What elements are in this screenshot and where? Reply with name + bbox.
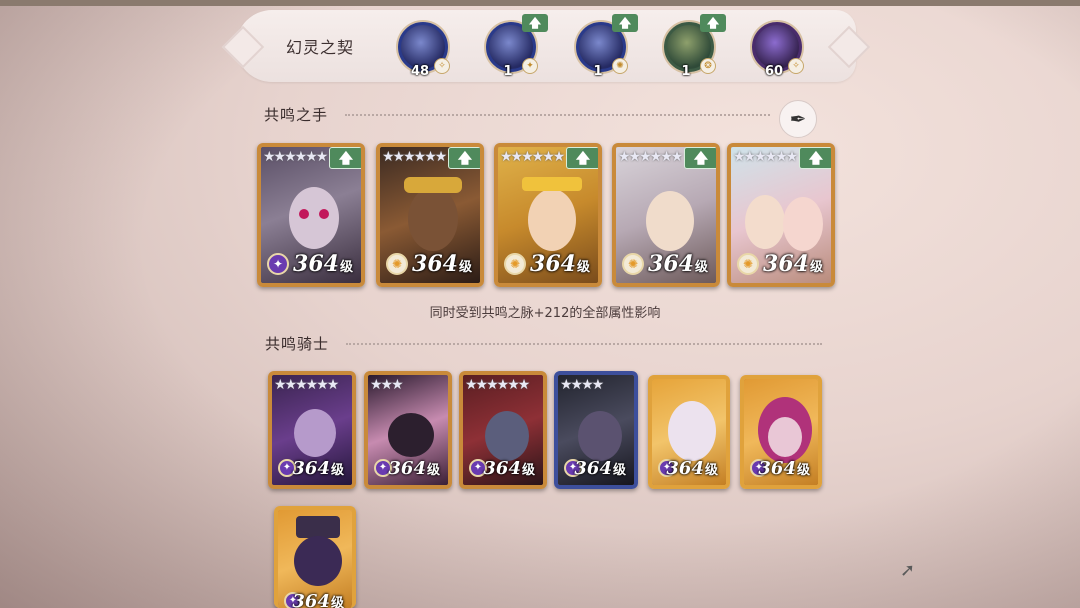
spirit-orb-2[interactable]: 🡅 1 ✦ [482,14,548,79]
hand-card-1[interactable]: ★★★★★★ 🡅 ✦ 364级 [257,143,365,287]
hero-level: 364级 [412,251,472,277]
light-element-icon: ✺ [737,253,759,275]
star-rating: ★★★ [370,377,404,393]
hero-level: 364级 [758,458,810,479]
knight-card-7[interactable]: ✦ 364级 [274,506,356,608]
orb-element-icon: ✦ [522,58,538,74]
orb-element-icon: ✺ [612,58,628,74]
spirit-orb-1[interactable]: 48 ✧ [394,18,452,79]
orb-element-icon: ✧ [434,58,450,74]
knight-card-4[interactable]: ★★★★ ✦ 364级 [554,371,638,489]
upgrade-arrow-icon[interactable]: 🡅 [612,14,638,32]
knight-card-3[interactable]: ★★★★★★ ✦ 364级 [459,371,547,489]
hand-card-3[interactable]: ★★★★★★ 🡅 ✺ 364级 [494,143,602,287]
upgrade-arrow-icon[interactable]: 🡅 [448,147,480,169]
monitor-edge [0,0,1080,6]
knight-card-6[interactable]: ✦ 364级 [740,375,822,489]
resonance-note: 同时受到共鸣之脉+212的全部属性影响 [429,306,661,321]
spirit-orb-4[interactable]: 🡅 1 ❂ [660,14,726,79]
hero-level: 364级 [530,251,590,277]
section-divider [345,114,770,116]
star-rating: ★★★★★★ [382,149,447,165]
resonance-hand-heading: 共鸣之手 [264,106,329,124]
upgrade-arrow-icon[interactable]: 🡅 [684,147,716,169]
light-element-icon: ✺ [386,253,408,275]
star-rating: ★★★★★★ [263,149,328,165]
quill-icon[interactable]: ✒ [779,100,817,138]
hero-level: 364级 [574,458,626,479]
star-rating: ★★★★★★ [733,149,798,165]
star-rating: ★★★★★★ [465,377,530,393]
hand-card-5[interactable]: ★★★★★★ 🡅 ✺ 364级 [727,143,835,287]
hero-level: 364级 [648,251,708,277]
pact-banner: 幻灵之契 48 ✧ 🡅 1 ✦ 🡅 1 ✺ 🡅 1 ❂ 60 ✧ [236,10,856,82]
resonance-knight-heading: 共鸣骑士 [265,335,330,353]
section-divider [346,343,822,345]
light-element-icon: ✺ [622,253,644,275]
orb-element-icon: ✧ [788,58,804,74]
light-element-icon: ✺ [504,253,526,275]
orb-element-icon: ❂ [700,58,716,74]
hero-level: 364级 [483,458,535,479]
star-rating: ★★★★★★ [274,377,339,393]
upgrade-arrow-icon[interactable]: 🡅 [522,14,548,32]
star-rating: ★★★★★★ [500,149,565,165]
knight-card-1[interactable]: ★★★★★★ ✦ 364级 [268,371,356,489]
star-rating: ★★★★ [560,377,604,393]
hand-card-4[interactable]: ★★★★★★ 🡅 ✺ 364级 [612,143,720,287]
knight-card-5[interactable]: ✦ 364级 [648,375,730,489]
spirit-orb-5[interactable]: 60 ✧ [748,18,806,79]
knight-card-2[interactable]: ★★★ ✦ 364级 [364,371,452,489]
spirit-orb-3[interactable]: 🡅 1 ✺ [572,14,638,79]
banner-title: 幻灵之契 [286,38,355,57]
upgrade-arrow-icon[interactable]: 🡅 [566,147,598,169]
mouse-cursor-icon: ➚ [900,560,916,581]
upgrade-arrow-icon[interactable]: 🡅 [329,147,361,169]
hero-level: 364级 [666,458,718,479]
hero-level: 364级 [293,251,353,277]
hand-card-2[interactable]: ★★★★★★ 🡅 ✺ 364级 [376,143,484,287]
hero-level: 364级 [763,251,823,277]
hero-level: 364级 [292,591,344,608]
upgrade-arrow-icon[interactable]: 🡅 [799,147,831,169]
star-rating: ★★★★★★ [618,149,683,165]
hero-level: 364级 [388,458,440,479]
dark-element-icon: ✦ [267,253,289,275]
upgrade-arrow-icon[interactable]: 🡅 [700,14,726,32]
hero-level: 364级 [292,458,344,479]
